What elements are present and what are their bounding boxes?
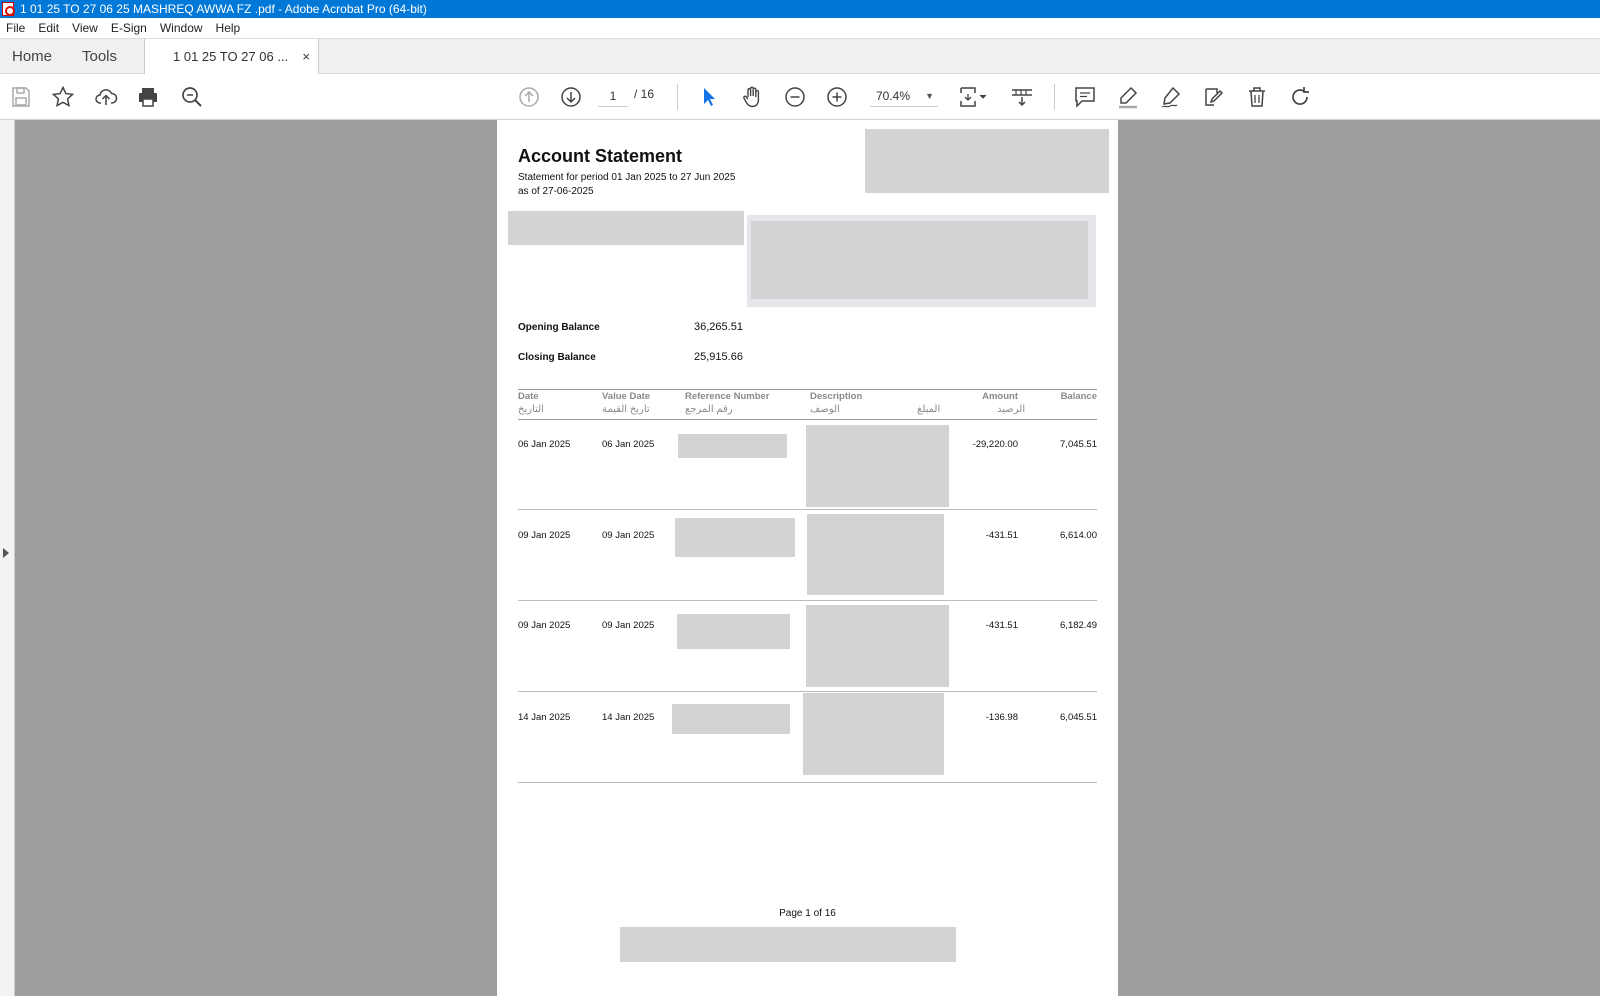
menu-window[interactable]: Window: [154, 18, 210, 38]
next-page-icon[interactable]: [557, 83, 585, 111]
header-balance-ar: الرصيد: [997, 404, 1026, 415]
window-title: 1 01 25 TO 27 06 25 MASHREQ AWWA FZ .pdf…: [20, 2, 427, 16]
tab-bar: Home Tools 1 01 25 TO 27 06 ... ×: [0, 38, 1600, 75]
tab-home[interactable]: Home: [12, 39, 52, 74]
page-total: / 16: [634, 87, 655, 101]
search-icon[interactable]: [178, 83, 206, 111]
redacted-description: [806, 605, 949, 687]
closing-balance-value: 25,915.66: [694, 351, 743, 363]
statement-period: Statement for period 01 Jan 2025 to 27 J…: [518, 172, 736, 183]
table-bottom-rule: [518, 782, 1097, 783]
page-footer: Page 1 of 16: [779, 908, 836, 919]
page-fit-icon[interactable]: [955, 83, 991, 111]
row-divider: [518, 509, 1097, 510]
cloud-upload-icon[interactable]: [92, 83, 120, 111]
header-value-date-ar: تاريخ القيمة: [602, 404, 650, 415]
chevron-down-icon: ▼: [925, 91, 934, 101]
hand-tool-icon[interactable]: [738, 83, 766, 111]
redacted-reference: [675, 518, 795, 557]
statement-title: Account Statement: [518, 146, 683, 166]
menu-esign[interactable]: E-Sign: [105, 18, 154, 38]
zoom-out-icon[interactable]: [781, 83, 809, 111]
menu-view[interactable]: View: [66, 18, 105, 38]
opening-balance-label: Opening Balance: [518, 322, 600, 333]
redacted-account-name: [508, 211, 744, 245]
redacted-reference: [677, 614, 790, 649]
row-balance: 6,614.00: [1060, 530, 1097, 541]
menu-help[interactable]: Help: [210, 18, 248, 38]
closing-balance-label: Closing Balance: [518, 352, 596, 363]
left-panel-toggle[interactable]: [0, 120, 15, 996]
previous-page-icon[interactable]: [515, 83, 543, 111]
row-divider: [518, 600, 1097, 601]
menu-file[interactable]: File: [0, 18, 32, 38]
zoom-in-icon[interactable]: [823, 83, 851, 111]
row-balance: 6,182.49: [1060, 620, 1097, 631]
document-page[interactable]: Account Statement Statement for period 0…: [497, 120, 1118, 996]
draw-signature-icon[interactable]: [1157, 83, 1185, 111]
row-balance: 6,045.51: [1060, 712, 1097, 723]
zoom-level-value: 70.4%: [876, 89, 911, 103]
menu-edit[interactable]: Edit: [32, 18, 66, 38]
redacted-logo: [865, 129, 1109, 193]
redacted-footer: [620, 927, 956, 962]
menu-bar: File Edit View E-Sign Window Help: [0, 18, 1600, 38]
table-top-rule: [518, 389, 1097, 390]
redacted-description: [806, 425, 949, 507]
save-icon[interactable]: [7, 83, 35, 111]
fill-sign-icon[interactable]: [1200, 83, 1228, 111]
window-title-bar: 1 01 25 TO 27 06 25 MASHREQ AWWA FZ .pdf…: [0, 0, 1600, 18]
zoom-level-dropdown[interactable]: 70.4% ▼: [870, 85, 938, 107]
rotate-icon[interactable]: [1286, 83, 1314, 111]
redacted-reference: [672, 704, 790, 734]
redacted-description: [807, 514, 944, 595]
header-balance: Balance: [1060, 391, 1097, 402]
row-date: 14 Jan 2025: [518, 712, 571, 723]
row-value-date: 09 Jan 2025: [602, 530, 655, 541]
row-value-date: 14 Jan 2025: [602, 712, 655, 723]
row-value-date: 06 Jan 2025: [602, 439, 655, 450]
header-value-date: Value Date: [602, 391, 651, 402]
header-date-ar: التاريخ: [518, 404, 544, 415]
select-tool-icon[interactable]: [695, 83, 723, 111]
opening-balance-value: 36,265.51: [694, 321, 743, 333]
redacted-account-details: [751, 221, 1088, 299]
header-bottom-rule: [518, 419, 1097, 420]
toolbar-divider: [677, 84, 678, 110]
acrobat-app-icon: [2, 2, 15, 16]
delete-icon[interactable]: [1243, 83, 1271, 111]
page-number-input[interactable]: [598, 85, 628, 107]
close-tab-icon[interactable]: ×: [302, 39, 310, 74]
tab-tools[interactable]: Tools: [82, 39, 117, 74]
header-description-ar: الوصف: [810, 404, 840, 415]
row-date: 09 Jan 2025: [518, 620, 571, 631]
row-value-date: 09 Jan 2025: [602, 620, 655, 631]
highlight-icon[interactable]: [1114, 83, 1142, 111]
row-date: 09 Jan 2025: [518, 530, 571, 541]
row-balance: 7,045.51: [1060, 439, 1097, 450]
toolbar: / 16 70.4% ▼: [0, 74, 1600, 120]
tab-document-label: 1 01 25 TO 27 06 ...: [173, 49, 289, 64]
expand-arrow-icon: [3, 548, 9, 558]
row-date: 06 Jan 2025: [518, 439, 571, 450]
toolbar-divider: [1054, 84, 1055, 110]
header-reference: Reference Number: [685, 391, 770, 402]
header-date: Date: [518, 391, 539, 402]
print-icon[interactable]: [134, 83, 162, 111]
star-icon[interactable]: [49, 83, 77, 111]
scroll-mode-icon[interactable]: [1008, 83, 1036, 111]
comment-icon[interactable]: [1071, 83, 1099, 111]
row-divider: [518, 691, 1097, 692]
redacted-reference: [678, 434, 787, 458]
statement-as-of: as of 27-06-2025: [518, 186, 594, 197]
redacted-description: [803, 693, 944, 775]
header-description: Description: [810, 391, 863, 402]
tab-document[interactable]: 1 01 25 TO 27 06 ... ×: [144, 39, 319, 75]
header-reference-ar: رقم المرجع: [685, 404, 733, 415]
